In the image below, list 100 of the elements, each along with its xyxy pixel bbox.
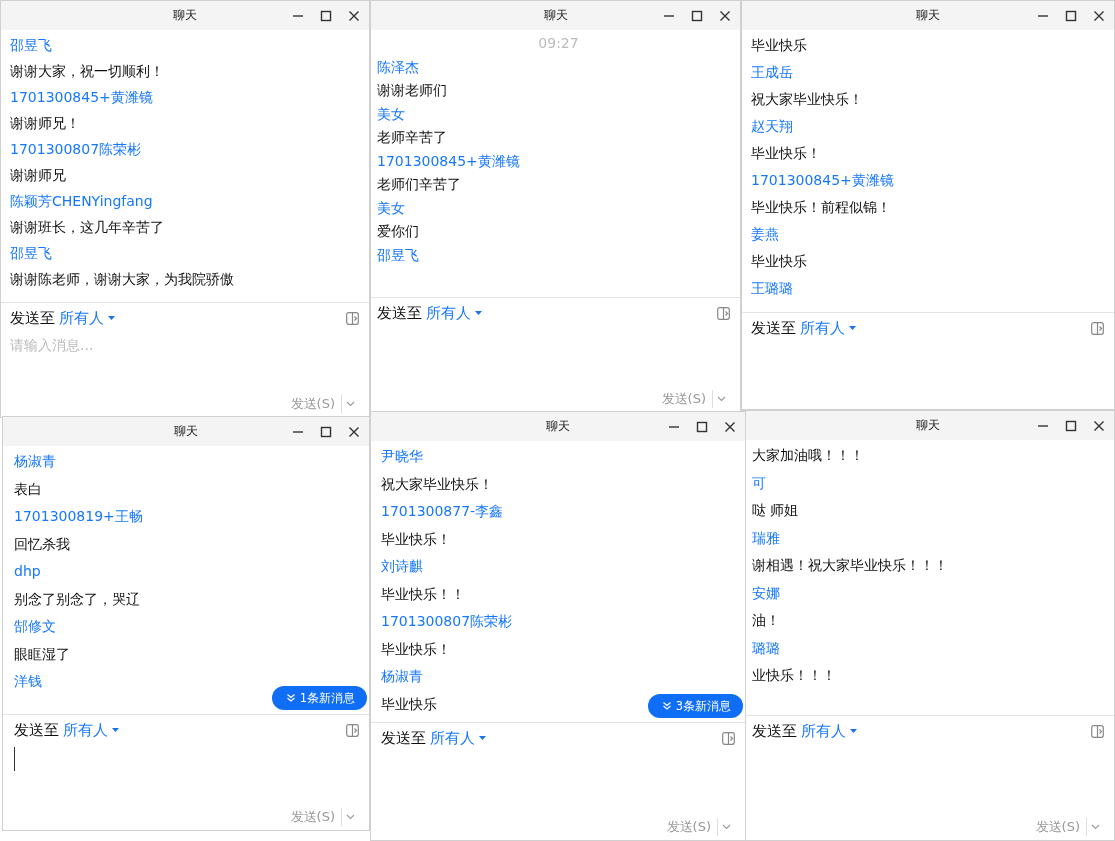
message-text: 业快乐！！！ bbox=[752, 666, 836, 685]
message-text: 祝大家毕业快乐！ bbox=[381, 474, 493, 494]
message-text: 毕业快乐！ bbox=[381, 639, 451, 659]
panel-icon[interactable] bbox=[346, 311, 359, 325]
sender-name[interactable]: 邵昱飞 bbox=[377, 243, 419, 267]
sender-name[interactable]: 邵昱飞 bbox=[10, 32, 52, 58]
chevron-down-icon[interactable] bbox=[717, 396, 726, 402]
send-to-label: 发送至 bbox=[751, 318, 796, 338]
sender-name[interactable]: 邵昱飞 bbox=[10, 240, 52, 266]
sender-name[interactable]: 1701300807陈荣彬 bbox=[10, 136, 142, 162]
maximize-icon[interactable] bbox=[1065, 419, 1077, 432]
sender-name[interactable]: 1701300807陈荣彬 bbox=[381, 608, 513, 636]
window-title: 聊天 bbox=[543, 7, 568, 24]
sender-name[interactable]: 王成岳 bbox=[751, 59, 793, 86]
close-icon[interactable] bbox=[1093, 419, 1105, 432]
panel-icon[interactable] bbox=[346, 723, 359, 737]
message-text: 谢谢老师们 bbox=[377, 81, 447, 100]
sender-name[interactable]: 安娜 bbox=[752, 579, 780, 607]
message-text: 哒 师姐 bbox=[752, 501, 799, 520]
sender-name[interactable]: 尹晓华 bbox=[381, 443, 423, 471]
maximize-icon[interactable] bbox=[691, 9, 703, 22]
sender-name[interactable]: 赵天翔 bbox=[751, 113, 793, 140]
message-text: 谢谢陈老师，谢谢大家，为我院骄傲 bbox=[10, 270, 234, 289]
chevrons-down-icon bbox=[285, 693, 296, 703]
close-icon[interactable] bbox=[348, 425, 360, 438]
send-to-label: 发送至 bbox=[377, 303, 422, 323]
message-text: 眼眶湿了 bbox=[14, 644, 70, 664]
send-button[interactable]: 发送(S) bbox=[284, 808, 342, 826]
message-text: 大家加油哦！！！ bbox=[752, 446, 864, 465]
maximize-icon[interactable] bbox=[696, 420, 708, 433]
sender-name[interactable]: dhp bbox=[14, 558, 41, 586]
recipient-dropdown[interactable]: 所有人 bbox=[801, 721, 857, 741]
window-title: 聊天 bbox=[916, 7, 940, 24]
close-icon[interactable] bbox=[1093, 9, 1105, 22]
send-button[interactable]: 发送(S) bbox=[1029, 818, 1087, 836]
message-text: 油！ bbox=[752, 611, 780, 630]
caret-icon bbox=[479, 735, 486, 741]
sender-name[interactable]: 姜燕 bbox=[751, 221, 779, 248]
caret-icon bbox=[475, 310, 482, 316]
chevron-down-icon[interactable] bbox=[346, 814, 355, 820]
sender-name[interactable]: 杨淑青 bbox=[381, 663, 423, 691]
new-messages-button[interactable]: 1条新消息 bbox=[271, 686, 367, 710]
recipient-dropdown[interactable]: 所有人 bbox=[63, 720, 119, 740]
chevrons-down-icon bbox=[661, 701, 672, 711]
sender-name[interactable]: 1701300845+黄潍镜 bbox=[377, 149, 520, 173]
caret-icon bbox=[849, 325, 856, 331]
sender-name[interactable]: 1701300819+王畅 bbox=[14, 503, 143, 531]
sender-name[interactable]: 1701300877-李鑫 bbox=[381, 498, 504, 526]
message-text: 毕业快乐 bbox=[381, 694, 437, 714]
close-icon[interactable] bbox=[348, 9, 360, 22]
window-title: 聊天 bbox=[916, 417, 940, 434]
send-button[interactable]: 发送(S) bbox=[660, 818, 718, 836]
caret-icon bbox=[850, 728, 857, 734]
sender-name[interactable]: 杨淑青 bbox=[14, 448, 56, 476]
window-title: 聊天 bbox=[173, 7, 197, 24]
sender-name[interactable]: 洋钱 bbox=[14, 668, 42, 696]
sender-name[interactable]: 刘诗麒 bbox=[381, 553, 423, 581]
maximize-icon[interactable] bbox=[320, 425, 332, 438]
chevron-down-icon[interactable] bbox=[722, 824, 731, 830]
recipient-dropdown[interactable]: 所有人 bbox=[426, 303, 482, 323]
send-to-label: 发送至 bbox=[381, 728, 426, 748]
message-text: 爱你们 bbox=[377, 222, 419, 241]
recipient-dropdown[interactable]: 所有人 bbox=[430, 728, 486, 748]
recipient-dropdown[interactable]: 所有人 bbox=[59, 308, 115, 328]
message-text: 表白 bbox=[14, 479, 42, 499]
sender-name[interactable]: 陈颖芳CHENYingfang bbox=[10, 188, 153, 214]
sender-name[interactable]: 1701300845+黄潍镜 bbox=[751, 167, 894, 194]
maximize-icon[interactable] bbox=[320, 9, 332, 22]
send-to-label: 发送至 bbox=[10, 308, 55, 328]
recipient-dropdown[interactable]: 所有人 bbox=[800, 318, 856, 338]
send-button[interactable]: 发送(S) bbox=[284, 395, 342, 413]
close-icon[interactable] bbox=[719, 9, 731, 22]
panel-icon[interactable] bbox=[1091, 724, 1104, 738]
chevron-down-icon[interactable] bbox=[346, 401, 355, 407]
message-text: 毕业快乐 bbox=[751, 36, 807, 55]
send-to-label: 发送至 bbox=[14, 720, 59, 740]
sender-name[interactable]: 陈泽杰 bbox=[377, 55, 419, 79]
sender-name[interactable]: 可 bbox=[752, 469, 766, 497]
message-text: 谢谢大家，祝一切顺利！ bbox=[10, 62, 164, 81]
message-text: 谢谢师兄！ bbox=[10, 114, 80, 133]
sender-name[interactable]: 美女 bbox=[377, 196, 405, 220]
sender-name[interactable]: 璐璐 bbox=[752, 634, 780, 662]
message-text: 毕业快乐！ bbox=[381, 529, 451, 549]
message-text: 谢谢班长，这几年辛苦了 bbox=[10, 218, 164, 237]
close-icon[interactable] bbox=[724, 420, 736, 433]
message-text: 毕业快乐！ bbox=[751, 144, 821, 163]
sender-name[interactable]: 郜修文 bbox=[14, 613, 56, 641]
panel-icon[interactable] bbox=[717, 306, 730, 320]
chevron-down-icon[interactable] bbox=[1091, 824, 1100, 830]
panel-icon[interactable] bbox=[722, 731, 735, 745]
send-button[interactable]: 发送(S) bbox=[655, 390, 713, 408]
maximize-icon[interactable] bbox=[1065, 9, 1077, 22]
sender-name[interactable]: 美女 bbox=[377, 102, 405, 126]
message-text: 谢相遇！祝大家毕业快乐！！！ bbox=[752, 556, 948, 575]
sender-name[interactable]: 瑞雅 bbox=[752, 524, 780, 552]
sender-name[interactable]: 王璐璐 bbox=[751, 275, 793, 302]
sender-name[interactable]: 1701300845+黄潍镜 bbox=[10, 84, 153, 110]
panel-icon[interactable] bbox=[1091, 321, 1104, 335]
message-text: 毕业快乐 bbox=[751, 252, 807, 271]
new-messages-button[interactable]: 3条新消息 bbox=[647, 694, 743, 718]
